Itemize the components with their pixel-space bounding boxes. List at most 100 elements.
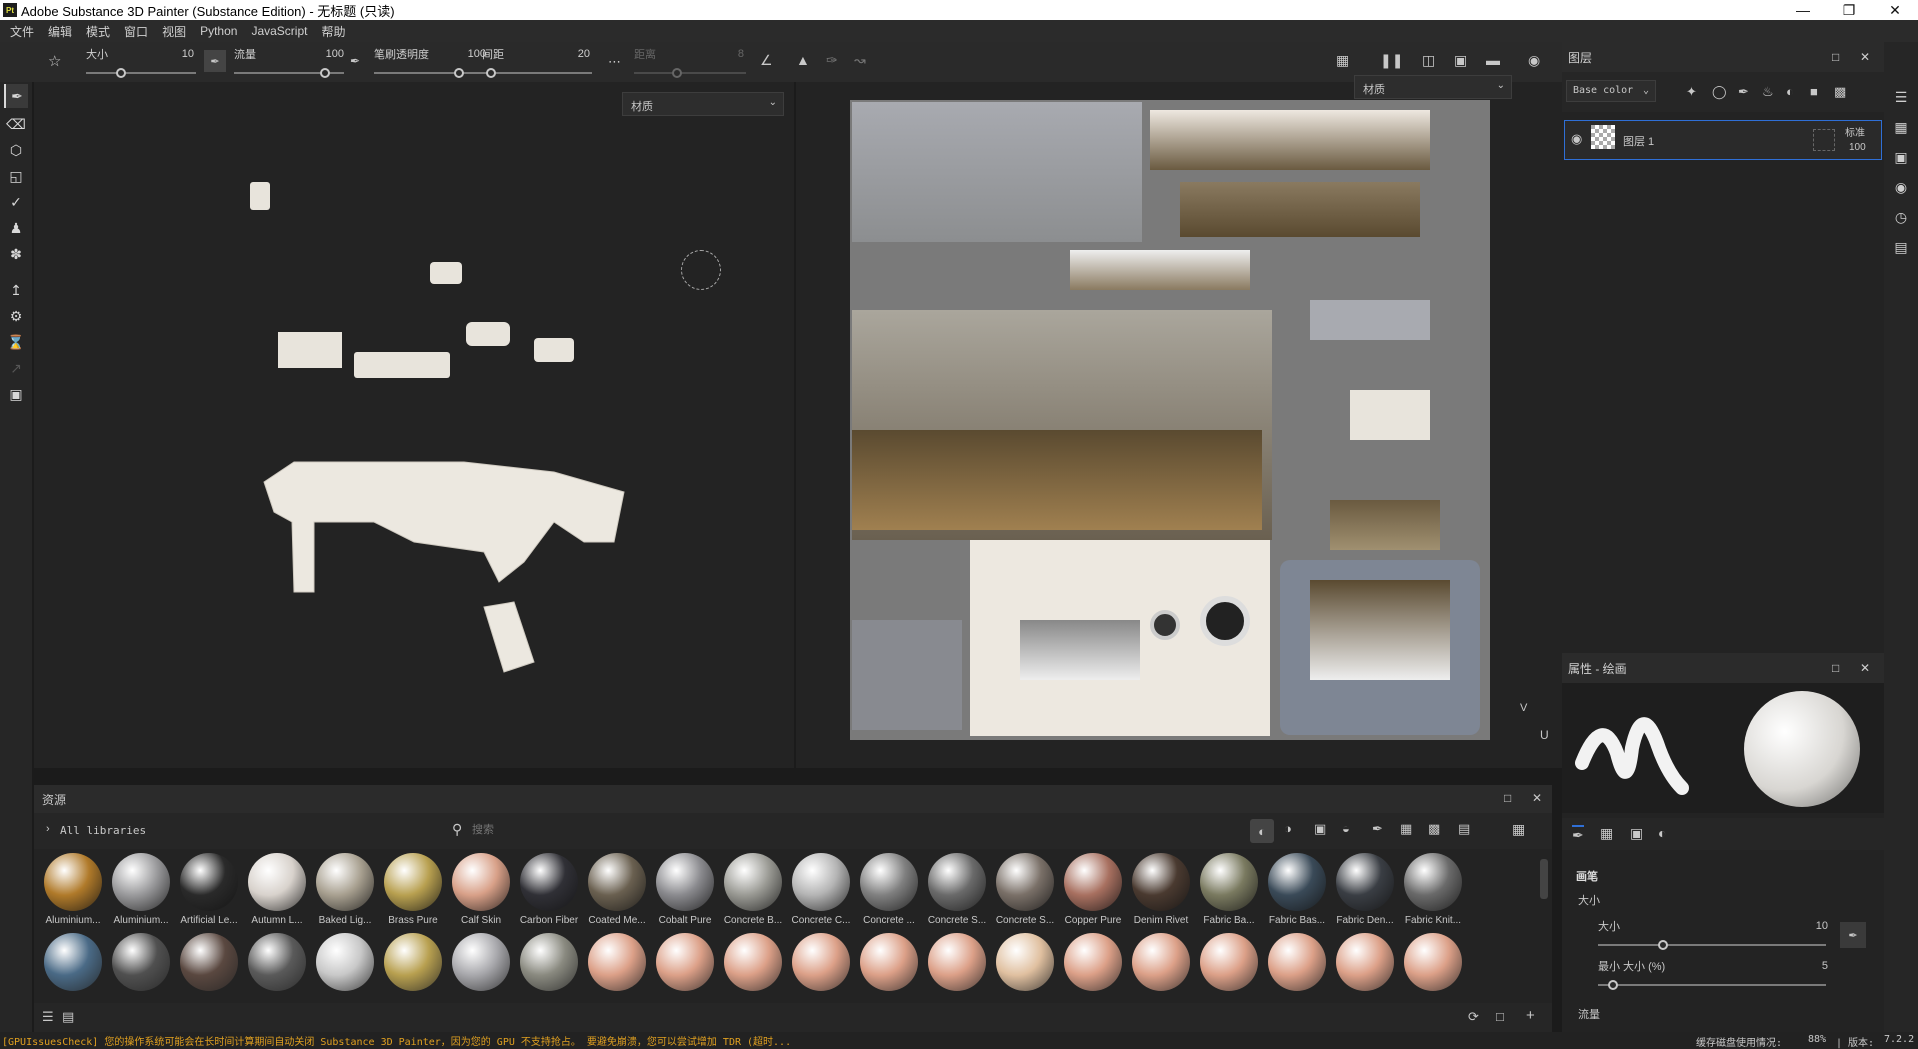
hide-icon[interactable]: ▦ <box>1336 52 1349 69</box>
material-tile[interactable] <box>516 933 582 991</box>
mirror-y-icon[interactable]: ↝ <box>854 52 866 69</box>
menu-window[interactable]: 窗口 <box>124 23 148 40</box>
clone-icon[interactable]: ♟ <box>4 216 28 240</box>
split-view-icon[interactable]: ◫ <box>1422 52 1435 69</box>
paint-brush-icon[interactable]: ✒ <box>4 84 28 108</box>
material-tile[interactable] <box>720 933 786 991</box>
library-selector[interactable]: All libraries <box>60 824 146 837</box>
material-tile[interactable] <box>992 933 1058 991</box>
material-tile[interactable] <box>1400 933 1466 991</box>
material-tile[interactable] <box>312 933 378 991</box>
display-mode-icon[interactable]: ▣ <box>1454 52 1467 69</box>
layer-name[interactable]: 图层 1 <box>1623 133 1654 149</box>
shader-icon[interactable]: ◉ <box>1892 178 1910 196</box>
material-tile[interactable]: Concrete B... <box>720 853 786 926</box>
material-tile[interactable] <box>584 933 650 991</box>
material-tile[interactable]: Copper Pure <box>1060 853 1126 926</box>
brush-size-slider-knob[interactable] <box>1658 940 1668 950</box>
mirror-icon[interactable]: ▲ <box>796 52 810 68</box>
refresh-icon[interactable]: ⟳ <box>1468 1009 1479 1025</box>
tab-stencil-icon[interactable]: ▣ <box>1630 825 1643 842</box>
material-tile[interactable] <box>1196 933 1262 991</box>
material-tile[interactable]: Concrete ... <box>856 853 922 926</box>
flow-slider-knob[interactable] <box>320 68 330 78</box>
material-tile[interactable]: Fabric Bas... <box>1264 853 1330 926</box>
menu-javascript[interactable]: JavaScript <box>251 24 307 38</box>
snapshot-icon[interactable]: ▣ <box>4 382 28 406</box>
close-panel-icon[interactable]: ✕ <box>1860 661 1870 675</box>
min-size-slider-knob[interactable] <box>1608 980 1618 990</box>
menu-view[interactable]: 视图 <box>162 23 186 40</box>
viewport-3d[interactable]: 材质⌄ Y Z X <box>34 82 794 835</box>
add-mask-icon[interactable]: ◯ <box>1712 84 1727 100</box>
filter-alphas-icon[interactable]: ▦ <box>1400 821 1412 837</box>
opacity-slider-knob[interactable] <box>454 68 464 78</box>
texture-set-icon[interactable]: ▦ <box>1892 118 1910 136</box>
material-tile[interactable] <box>924 933 990 991</box>
projection-icon[interactable]: ⬡ <box>4 138 28 162</box>
brush-size-value[interactable]: 10 <box>1804 920 1828 932</box>
material-tile[interactable]: Denim Rivet <box>1128 853 1194 926</box>
angle-icon[interactable]: ∠ <box>760 52 773 69</box>
float-panel-icon[interactable]: □ <box>1832 661 1839 675</box>
add-asset-icon[interactable]: + <box>1526 1007 1535 1024</box>
size-value[interactable]: 10 <box>174 48 194 60</box>
filter-materials-icon[interactable]: ◐ <box>1250 819 1274 843</box>
smudge-icon[interactable]: ✓ <box>4 190 28 214</box>
layers-icon[interactable]: ☰ <box>1892 88 1910 106</box>
status-warning-message[interactable]: [GPUIssuesCheck] 您的操作系统可能会在长时间计算期间自动关闭 S… <box>2 1033 791 1048</box>
material-tile[interactable] <box>1060 933 1126 991</box>
tab-alpha-icon[interactable]: ▦ <box>1600 825 1613 842</box>
material-tile[interactable]: Cobalt Pure <box>652 853 718 926</box>
mirror-x-icon[interactable]: ✑ <box>826 52 838 69</box>
spacing-value[interactable]: 20 <box>564 48 590 60</box>
add-folder-icon[interactable]: ■ <box>1810 84 1818 99</box>
settings-icon[interactable]: ⚙ <box>4 304 28 328</box>
eraser-icon[interactable]: ⌫ <box>4 112 28 136</box>
material-tile[interactable]: Brass Pure <box>380 853 446 926</box>
import-folder-icon[interactable]: □ <box>1496 1009 1504 1024</box>
list-view-icon[interactable]: ☰ <box>42 1009 54 1025</box>
material-tile[interactable] <box>244 933 310 991</box>
material-tile[interactable]: Calf Skin <box>448 853 514 926</box>
history-icon[interactable]: ◷ <box>1892 208 1910 226</box>
spacing-slider[interactable] <box>484 72 592 74</box>
camera-video-icon[interactable]: ▬ <box>1486 52 1500 68</box>
viewport-2d-mode-dropdown[interactable]: 材质 ⌄ <box>1354 75 1512 99</box>
material-tile[interactable]: Carbon Fiber <box>516 853 582 926</box>
min-size-value[interactable]: 5 <box>1804 960 1828 972</box>
filter-environments-icon[interactable]: ▤ <box>1458 821 1470 837</box>
restore-button[interactable]: ❐ <box>1826 0 1872 20</box>
display-settings-icon[interactable]: ▣ <box>1892 148 1910 166</box>
layer-row[interactable]: ◉ 图层 1 标准 100 <box>1564 120 1882 160</box>
filter-filters-icon[interactable]: ◒ <box>1342 821 1350 836</box>
material-tile[interactable]: Coated Me... <box>584 853 650 926</box>
material-tile[interactable] <box>40 933 106 991</box>
material-tile[interactable] <box>380 933 446 991</box>
channel-dropdown[interactable]: Base color ⌄ <box>1566 80 1656 102</box>
material-tile[interactable]: Concrete S... <box>924 853 990 926</box>
material-tile[interactable] <box>108 933 174 991</box>
delete-layer-icon[interactable]: ▩ <box>1834 84 1846 100</box>
menu-python[interactable]: Python <box>200 24 237 38</box>
material-tile[interactable] <box>1128 933 1194 991</box>
material-tile[interactable] <box>788 933 854 991</box>
pen-pressure-icon[interactable]: ✒ <box>204 50 226 72</box>
lazy-mouse-icon[interactable]: ⋯ <box>608 54 621 70</box>
layer-opacity[interactable]: 100 <box>1849 142 1866 153</box>
menu-mode[interactable]: 模式 <box>86 23 110 40</box>
pen-pressure-icon[interactable]: ✒ <box>1840 922 1866 948</box>
pause-icon[interactable]: ❚❚ <box>1380 52 1403 69</box>
filter-brushes-icon[interactable]: ✒ <box>1372 821 1383 837</box>
min-size-slider[interactable] <box>1598 984 1826 986</box>
opacity-slider[interactable] <box>374 72 499 74</box>
log-icon[interactable]: ▤ <box>1892 238 1910 256</box>
flow-value[interactable]: 100 <box>314 48 344 60</box>
export-icon[interactable]: ↥ <box>4 278 28 302</box>
menu-file[interactable]: 文件 <box>10 23 34 40</box>
material-tile[interactable] <box>448 933 514 991</box>
material-tile[interactable] <box>1264 933 1330 991</box>
grid-view-icon[interactable]: ▦ <box>1512 821 1525 838</box>
size-slider[interactable] <box>86 72 196 74</box>
float-panel-icon[interactable]: □ <box>1504 791 1511 805</box>
